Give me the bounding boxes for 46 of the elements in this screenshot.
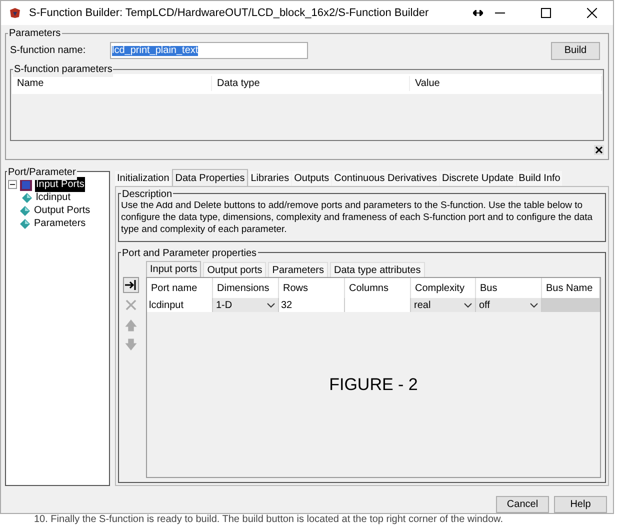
chevron-icon bbox=[530, 302, 538, 308]
group-title: Description bbox=[121, 187, 174, 202]
tab[interactable]: Outputs bbox=[292, 171, 332, 186]
dropdown[interactable]: real bbox=[411, 298, 476, 312]
table-cell bbox=[542, 298, 600, 312]
tab[interactable]: Initialization bbox=[115, 171, 172, 186]
group-title: Port and Parameter properties bbox=[121, 246, 258, 262]
name-field[interactable]: lcd_print_plain_text bbox=[110, 42, 308, 60]
tab[interactable]: Data Properties bbox=[172, 169, 248, 186]
resize-icon[interactable] bbox=[473, 10, 483, 16]
dialog-button[interactable]: Help bbox=[554, 496, 607, 513]
dropdown[interactable]: 1-D bbox=[213, 298, 279, 312]
field-label: S-function name: bbox=[10, 44, 87, 58]
tab[interactable]: Output ports bbox=[203, 262, 266, 278]
tree-item[interactable]: lcdinput bbox=[35, 190, 72, 206]
column-header: Data type bbox=[212, 76, 410, 92]
chevron-icon bbox=[267, 302, 275, 308]
figure-label: FIGURE - 2 bbox=[329, 374, 418, 396]
caption-text: 10. Finally the S-function is ready to build. The build button is located at the top right corner of the window. bbox=[33, 514, 504, 526]
tab[interactable]: Libraries bbox=[248, 171, 292, 186]
group-title: S-function parameters bbox=[13, 62, 114, 77]
tree-item[interactable]: Parameters bbox=[33, 216, 87, 232]
close-icon[interactable] bbox=[587, 8, 597, 18]
tab[interactable]: Parameters bbox=[268, 262, 328, 278]
column-header: Value bbox=[410, 76, 602, 92]
tab[interactable]: Data type attributes bbox=[330, 262, 425, 278]
tab[interactable]: Input ports bbox=[146, 261, 202, 278]
port-icon bbox=[22, 192, 32, 203]
tree-item[interactable]: Output Ports bbox=[33, 203, 92, 218]
group-title: Port/Parameter bbox=[7, 165, 77, 180]
maximize-icon[interactable] bbox=[541, 8, 551, 18]
window-title: S-Function Builder: TempLCD/HardwareOUT/LCD_block_16x2/S-Function Builder bbox=[29, 6, 430, 21]
close-icon[interactable] bbox=[594, 144, 604, 155]
dropdown[interactable]: off bbox=[476, 298, 542, 312]
app-icon bbox=[9, 6, 21, 19]
add-port-icon[interactable] bbox=[123, 277, 139, 294]
collapse-icon[interactable] bbox=[8, 180, 17, 190]
column-header: Name bbox=[12, 76, 212, 92]
build-button[interactable]: Build bbox=[551, 42, 600, 60]
tab[interactable]: Discrete Update bbox=[440, 171, 516, 186]
dialog-button[interactable]: Cancel bbox=[496, 496, 549, 513]
tab[interactable]: Build Info bbox=[516, 171, 562, 186]
port-icon bbox=[20, 218, 30, 229]
tab[interactable]: Continuous Derivatives bbox=[332, 171, 439, 186]
port-icon bbox=[20, 206, 30, 216]
chevron-icon bbox=[464, 302, 472, 308]
